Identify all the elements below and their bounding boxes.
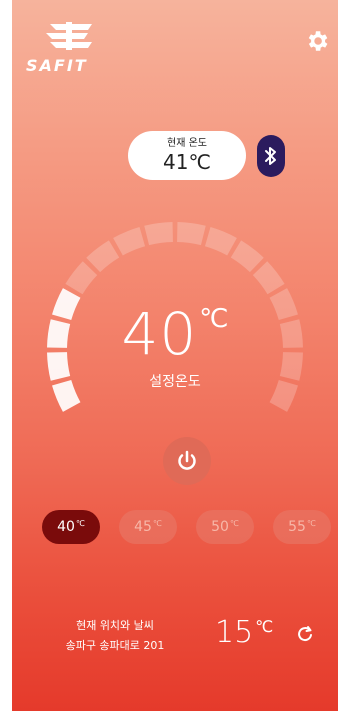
dial-segment[interactable] (113, 227, 146, 256)
bluetooth-button[interactable] (257, 135, 285, 177)
power-button[interactable] (163, 437, 211, 485)
current-temp-value: 41℃ (163, 149, 211, 174)
setpoint-display: 40℃ (12, 300, 338, 368)
preset-value: 55 (288, 519, 306, 535)
preset-55-button[interactable]: 55 ℃ (273, 510, 331, 544)
preset-buttons: 40 ℃ 45 ℃ 50 ℃ 55 ℃ (42, 510, 332, 544)
settings-gear-icon[interactable] (304, 28, 330, 54)
setpoint-label: 설정온도 (149, 374, 201, 390)
setpoint-unit: ℃ (199, 304, 229, 334)
dial-segment[interactable] (204, 227, 237, 256)
current-temp-label: 현재 온도 (167, 137, 207, 149)
preset-unit: ℃ (152, 518, 162, 528)
brand-logo: SAFIT (26, 20, 116, 78)
preset-40-button[interactable]: 40 ℃ (42, 510, 100, 544)
dial-segment[interactable] (144, 222, 173, 246)
app-screen: SAFIT 현재 온도 41℃ 40℃ 설정온도 40 ℃ 45 ℃ 50 ℃ … (12, 0, 338, 711)
weather-address: 송파구 송파대로 201 (65, 639, 165, 652)
weather-refresh-button[interactable] (296, 625, 314, 643)
weather-temp: 15 ℃ (215, 615, 273, 650)
weather-temp-unit: ℃ (255, 617, 274, 636)
current-temp-pill: 현재 온도 41℃ (128, 131, 246, 180)
preset-value: 40 (57, 519, 75, 535)
weather-temp-value: 15 (215, 615, 254, 650)
dial-segment[interactable] (177, 222, 206, 246)
dial-segment[interactable] (65, 261, 98, 295)
preset-unit: ℃ (75, 518, 85, 528)
preset-unit: ℃ (306, 518, 316, 528)
preset-45-button[interactable]: 45 ℃ (119, 510, 177, 544)
weather-title: 현재 위치와 날씨 (76, 619, 154, 632)
dial-segment[interactable] (86, 240, 120, 273)
refresh-icon (298, 626, 312, 642)
gear-icon (308, 31, 328, 51)
preset-value: 45 (134, 519, 152, 535)
dial-segment[interactable] (252, 261, 285, 295)
bluetooth-icon (265, 147, 276, 165)
dial-segment[interactable] (230, 240, 264, 273)
brand-name: SAFIT (26, 56, 88, 75)
preset-unit: ℃ (229, 518, 239, 528)
weather-location: 현재 위치와 날씨 송파구 송파대로 201 (50, 616, 180, 656)
preset-50-button[interactable]: 50 ℃ (196, 510, 254, 544)
setpoint-value: 40 (121, 300, 198, 368)
preset-value: 50 (211, 519, 229, 535)
logo-mark (46, 22, 92, 50)
power-icon (178, 450, 196, 470)
